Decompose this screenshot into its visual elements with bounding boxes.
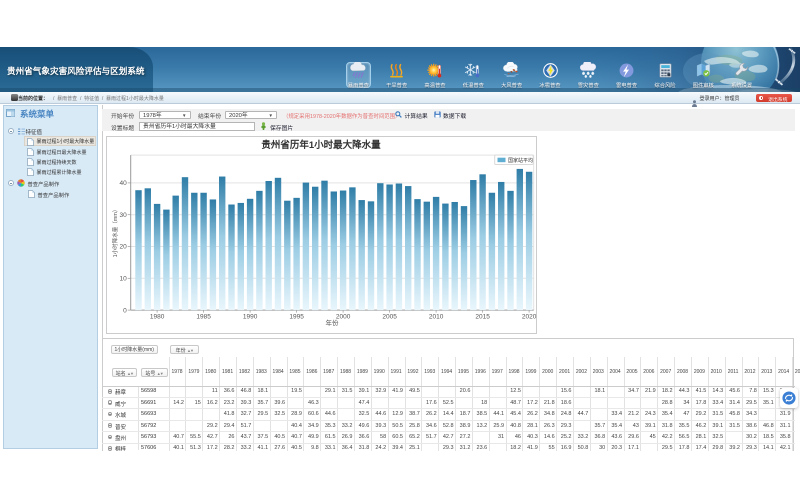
svg-text:2010: 2010 xyxy=(429,314,444,321)
svg-text:1990: 1990 xyxy=(243,314,258,321)
svg-text:国家站平均: 国家站平均 xyxy=(508,157,533,164)
svg-text:1小时降水量（mm）: 1小时降水量（mm） xyxy=(111,207,119,258)
svg-text:1980: 1980 xyxy=(150,314,165,321)
svg-text:贵州省历年1小时最大降水量: 贵州省历年1小时最大降水量 xyxy=(262,139,382,151)
svg-text:40: 40 xyxy=(120,180,128,187)
svg-text:10: 10 xyxy=(120,276,128,283)
svg-text:2020: 2020 xyxy=(522,314,537,321)
svg-text:20: 20 xyxy=(120,244,128,251)
svg-text:1995: 1995 xyxy=(290,314,305,321)
svg-text:0: 0 xyxy=(123,308,127,315)
svg-text:2005: 2005 xyxy=(383,314,398,321)
svg-text:年份: 年份 xyxy=(326,318,340,327)
svg-text:1985: 1985 xyxy=(197,314,212,321)
svg-text:30: 30 xyxy=(120,212,128,219)
svg-text:2015: 2015 xyxy=(476,314,491,321)
